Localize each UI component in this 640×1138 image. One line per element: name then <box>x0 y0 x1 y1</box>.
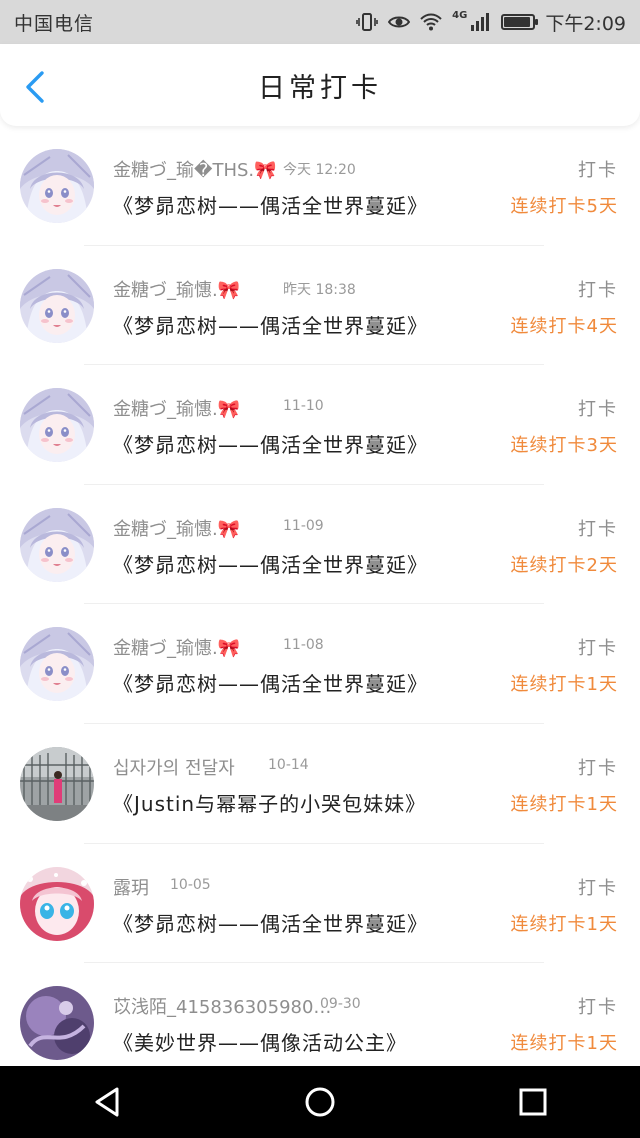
checkin-action-label: 打卡 <box>578 997 618 1019</box>
checkin-row[interactable]: 십자가의 전달자 10-14 打卡《Justin与幂幂子的小哭包妹妹》 连续打卡1天 <box>0 724 640 844</box>
user-name[interactable]: 露玥 <box>113 874 149 900</box>
book-title[interactable]: 《梦昴恋树——偶活全世界蔓延》 <box>113 310 428 339</box>
header: 日常打卡 <box>0 44 640 126</box>
avatar[interactable] <box>20 746 94 821</box>
streak-label: 连续打卡3天 <box>510 435 618 457</box>
checkin-time: 11-09 <box>283 517 324 534</box>
streak-label: 连续打卡2天 <box>510 554 618 576</box>
book-title[interactable]: 《梦昴恋树——偶活全世界蔓延》 <box>113 668 428 697</box>
user-name-text: 金糖づ_瑜憓. <box>113 638 218 660</box>
checkin-row[interactable]: 金糖づ_瑜憓.🎀 昨天 18:38 打卡《梦昴恋树——偶活全世界蔓延》 连续打卡4天 <box>0 246 640 366</box>
status-time: 下午2:09 <box>545 12 626 35</box>
user-name[interactable]: 십자가의 전달자 <box>113 754 235 780</box>
network-type: 4G <box>452 9 468 21</box>
streak-label: 连续打卡5天 <box>510 196 618 217</box>
checkin-action-label: 打卡 <box>578 638 618 660</box>
status-bar: 中国电信 4G 下午2:09 <box>0 0 640 44</box>
user-name-text: 露玥 <box>113 877 149 899</box>
checkin-time: 昨天 18:38 <box>283 281 356 298</box>
book-title[interactable]: 《梦昴恋树——偶活全世界蔓延》 <box>113 908 428 937</box>
user-name-text: 金糖づ_瑜�THS. <box>113 160 255 181</box>
signal-icon <box>469 11 491 33</box>
checkin-time: 今天 12:20 <box>283 162 356 178</box>
vibrate-icon <box>356 11 378 33</box>
user-name-text: 金糖づ_瑜憓. <box>113 518 218 540</box>
checkin-action-label: 打卡 <box>578 160 618 181</box>
user-name[interactable]: 苡浅陌_415836305980… <box>113 993 331 1019</box>
navigation-bar <box>0 1066 640 1138</box>
avatar[interactable] <box>20 149 94 223</box>
avatar[interactable] <box>20 388 94 463</box>
user-name-text: 십자가의 전달자 <box>113 757 235 779</box>
triangle-back-icon <box>95 1087 119 1117</box>
user-name[interactable]: 金糖づ_瑜憓.🎀 <box>113 395 240 421</box>
bow-badge-icon: 🎀 <box>217 638 241 660</box>
streak-label: 连续打卡1天 <box>510 793 618 815</box>
checkin-action-label: 打卡 <box>578 518 618 540</box>
eye-comfort-icon <box>388 11 411 33</box>
checkin-time: 10-14 <box>268 756 309 773</box>
nav-home-button[interactable] <box>300 1082 340 1122</box>
status-icons: 4G 下午2:09 <box>356 9 626 36</box>
avatar[interactable] <box>20 866 94 941</box>
checkin-action-label: 打卡 <box>578 877 618 899</box>
checkin-time: 10-05 <box>170 876 211 893</box>
checkin-row[interactable]: 金糖づ_瑜�THS.🎀 今天 12:20 打卡《梦昴恋树——偶活全世界蔓延》 连续打卡… <box>0 126 640 246</box>
checkin-row[interactable]: 苡浅陌_415836305980… 09-30 打卡《美妙世界——偶像活动公主》 连续… <box>0 963 640 1083</box>
streak-label: 连续打卡1天 <box>510 674 618 696</box>
circle-home-icon <box>305 1087 335 1117</box>
checkin-action-label: 打卡 <box>578 757 618 779</box>
checkin-row[interactable]: 金糖づ_瑜憓.🎀 11-08 打卡《梦昴恋树——偶活全世界蔓延》 连续打卡1天 <box>0 604 640 724</box>
streak-label: 连续打卡4天 <box>510 315 618 337</box>
back-button[interactable] <box>20 70 50 104</box>
user-name-text: 苡浅陌_415836305980… <box>113 997 332 1019</box>
avatar[interactable] <box>20 986 94 1061</box>
checkin-action-label: 打卡 <box>578 399 618 421</box>
bow-badge-icon: 🎀 <box>217 518 241 540</box>
checkin-row[interactable]: 金糖づ_瑜憓.🎀 11-09 打卡《梦昴恋树——偶活全世界蔓延》 连续打卡2天 <box>0 485 640 605</box>
streak-label: 连续打卡1天 <box>510 1033 618 1055</box>
book-title[interactable]: 《Justin与幂幂子的小哭包妹妹》 <box>113 788 426 817</box>
user-name-text: 金糖づ_瑜憓. <box>113 399 218 421</box>
avatar[interactable] <box>20 627 94 702</box>
avatar[interactable] <box>20 507 94 582</box>
user-name[interactable]: 金糖づ_瑜�THS.🎀 <box>113 156 277 182</box>
bow-badge-icon: 🎀 <box>217 279 241 301</box>
bow-badge-icon: 🎀 <box>254 160 277 181</box>
square-recents-icon <box>519 1088 547 1116</box>
checkin-time: 11-10 <box>283 398 324 415</box>
nav-recents-button[interactable] <box>513 1082 553 1122</box>
bow-badge-icon: 🎀 <box>217 399 241 421</box>
user-name[interactable]: 金糖づ_瑜憓.🎀 <box>113 634 240 660</box>
carrier-name: 中国电信 <box>14 12 95 35</box>
nav-back-button[interactable] <box>87 1082 127 1122</box>
chevron-left-icon <box>26 71 44 103</box>
user-name-text: 金糖づ_瑜憓. <box>113 279 218 301</box>
user-name[interactable]: 金糖づ_瑜憓.🎀 <box>113 515 240 541</box>
battery-level <box>504 17 530 27</box>
book-title[interactable]: 《梦昴恋树——偶活全世界蔓延》 <box>113 190 428 219</box>
book-title[interactable]: 《梦昴恋树——偶活全世界蔓延》 <box>113 549 428 578</box>
checkin-row[interactable]: 金糖づ_瑜憓.🎀 11-10 打卡《梦昴恋树——偶活全世界蔓延》 连续打卡3天 <box>0 365 640 485</box>
page-title: 日常打卡 <box>258 72 382 104</box>
user-name[interactable]: 金糖づ_瑜憓.🎀 <box>113 276 240 302</box>
avatar[interactable] <box>20 268 94 343</box>
checkin-action-label: 打卡 <box>578 279 618 301</box>
battery-icon <box>501 14 539 30</box>
book-title[interactable]: 《美妙世界——偶像活动公主》 <box>113 1027 407 1056</box>
wifi-icon <box>420 11 442 33</box>
book-title[interactable]: 《梦昴恋树——偶活全世界蔓延》 <box>113 429 428 458</box>
checkin-time: 09-30 <box>320 996 361 1013</box>
streak-label: 连续打卡1天 <box>510 913 618 935</box>
checkin-time: 11-08 <box>283 637 324 654</box>
checkin-list: 金糖づ_瑜�THS.🎀 今天 12:20 打卡 《梦昴恋树——偶活全世界蔓延》 连续打卡… <box>0 126 640 1083</box>
checkin-row[interactable]: 露玥 10-05 打卡《梦昴恋树——偶活全世界蔓延》 连续打卡1天 <box>0 844 640 964</box>
